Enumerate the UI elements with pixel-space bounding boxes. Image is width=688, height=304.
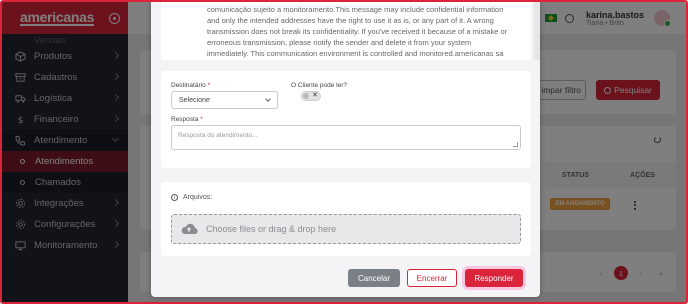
reply-button[interactable]: Responder	[465, 269, 523, 287]
message-text: comunicação sujeito a monitoramento.This…	[207, 5, 508, 58]
cloud-upload-icon	[181, 223, 198, 235]
response-placeholder: Resposta do atendimento...	[178, 132, 258, 139]
chevron-down-icon	[265, 96, 271, 102]
client-read-toggle[interactable]: ✕	[301, 91, 321, 101]
file-dropzone[interactable]: Choose files or drag & drop here	[171, 214, 521, 244]
app-frame: americanas Vendas Produtos Cadastros Log…	[0, 0, 688, 304]
toggle-off-icon: ✕	[312, 92, 318, 99]
reply-form: Destinatário * Selecione O Cliente pode …	[161, 71, 531, 168]
recipient-select[interactable]: Selecione	[171, 91, 278, 109]
close-ticket-button[interactable]: Encerrar	[407, 269, 457, 287]
recipient-label: Destinatário *	[171, 82, 211, 89]
attachments-label-text: Arquivos:	[183, 194, 213, 201]
message-scrollbar[interactable]	[534, 2, 540, 60]
response-label: Resposta *	[171, 116, 203, 123]
response-textarea[interactable]: Resposta do atendimento...	[171, 125, 521, 150]
resize-grip-icon[interactable]	[513, 142, 518, 147]
client-read-label: O Cliente pode ler?	[291, 82, 348, 89]
info-icon: i	[171, 194, 178, 201]
attachments-card: i Arquivos: Choose files or drag & drop …	[161, 182, 531, 256]
recipient-select-value: Selecione	[179, 96, 210, 104]
message-preview: comunicação sujeito a monitoramento.This…	[161, 2, 531, 60]
dropzone-text: Choose files or drag & drop here	[206, 224, 337, 234]
reply-modal: comunicação sujeito a monitoramento.This…	[151, 2, 540, 297]
cancel-button[interactable]: Cancelar	[348, 269, 400, 287]
attachments-label: i Arquivos:	[171, 194, 212, 201]
